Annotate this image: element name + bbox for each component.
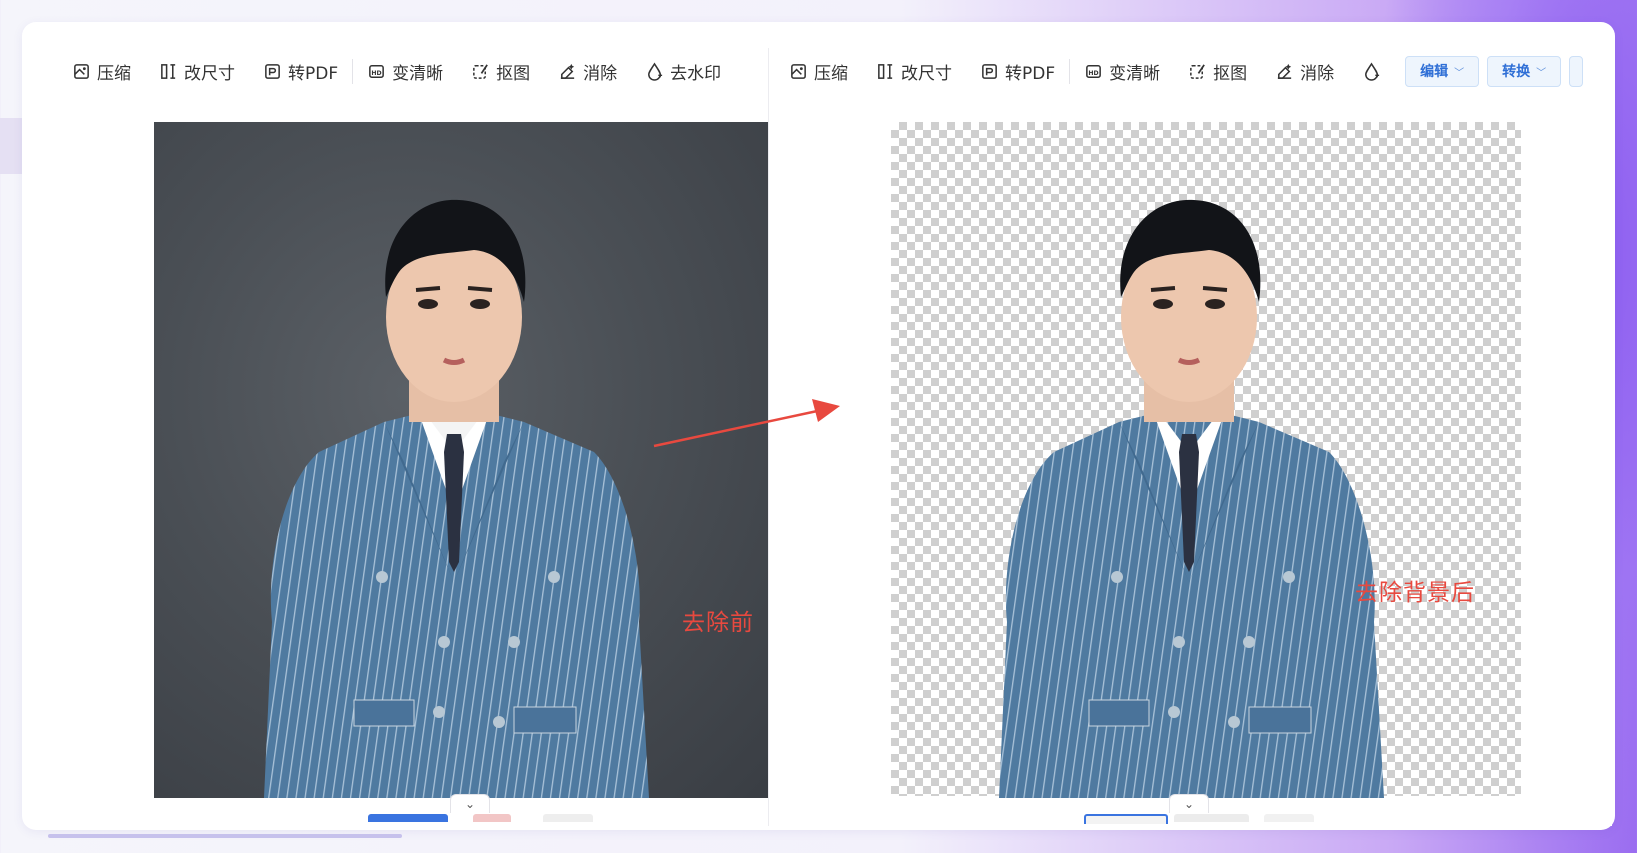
convert-dropdown-label: 转换: [1502, 64, 1531, 80]
pdf-icon: [982, 63, 997, 79]
svg-text:HD: HD: [1088, 69, 1098, 76]
tool-watermark[interactable]: [1362, 62, 1387, 81]
thumb-tab[interactable]: [473, 814, 511, 822]
tool-label: 转PDF: [288, 63, 339, 84]
tool-erase[interactable]: 消除: [558, 59, 617, 84]
tool-enhance[interactable]: HD 变清晰: [352, 58, 444, 84]
thumb-tab-active[interactable]: [368, 814, 448, 822]
collapse-thumbnails-button[interactable]: ⌄: [1169, 794, 1209, 813]
more-dropdown[interactable]: [1569, 55, 1584, 87]
tool-label: 抠图: [496, 63, 531, 84]
tool-label: 改尺寸: [901, 63, 952, 84]
tool-cutout[interactable]: 抠图: [1188, 59, 1247, 84]
tool-label: 消除: [583, 63, 618, 84]
tool-pdf[interactable]: 转PDF: [263, 59, 338, 84]
chevron-down-icon: ⌄: [464, 797, 476, 811]
person-illustration: [264, 199, 649, 798]
watermark-icon: [1365, 62, 1380, 81]
comparison-card: 压缩 改尺寸 转PDF HD 变清晰 抠图 消除 去水印 去除前 ⌄ 压缩 改尺…: [22, 22, 1615, 830]
tool-cutout[interactable]: 抠图: [471, 59, 530, 84]
after-caption: 去除背景后: [1355, 580, 1475, 606]
after-toolbar: 压缩 改尺寸 转PDF HD 变清晰 抠图 消除 编辑 ﹀ 转换 ﹀: [769, 48, 1612, 94]
cutout-icon: [473, 63, 488, 79]
after-thumbnail-strip: ⌄: [769, 792, 1612, 826]
tool-label: 改尺寸: [184, 63, 235, 84]
tool-label: 去水印: [670, 63, 722, 84]
convert-dropdown[interactable]: 转换 ﹀: [1487, 55, 1562, 87]
chevron-down-icon: ⌄: [1183, 797, 1195, 811]
tool-enhance[interactable]: HD 变清晰: [1069, 58, 1161, 84]
cutout-icon: [1190, 63, 1205, 79]
svg-text:HD: HD: [371, 69, 381, 76]
tool-label: 转PDF: [1005, 63, 1056, 84]
compress-icon: [74, 63, 89, 79]
tool-watermark[interactable]: 去水印: [645, 59, 721, 84]
person-cutout-illustration: [999, 199, 1384, 798]
tool-resize[interactable]: 改尺寸: [876, 59, 952, 84]
hd-icon: HD: [1086, 64, 1102, 78]
before-image: [154, 122, 783, 798]
edit-dropdown-label: 编辑: [1420, 64, 1449, 80]
horizontal-scrollbar[interactable]: [48, 834, 402, 838]
edit-dropdown[interactable]: 编辑 ﹀: [1405, 55, 1480, 87]
tool-label: 变清晰: [1109, 63, 1161, 84]
thumb-tab[interactable]: [543, 814, 593, 822]
pdf-icon: [265, 63, 280, 79]
tool-label: 压缩: [814, 63, 848, 84]
before-thumbnail-strip: ⌄: [48, 792, 788, 826]
collapse-thumbnails-button[interactable]: ⌄: [450, 794, 490, 813]
thumb-tab[interactable]: [1264, 814, 1314, 822]
after-panel: 压缩 改尺寸 转PDF HD 变清晰 抠图 消除 编辑 ﹀ 转换 ﹀ 去除背景后…: [768, 48, 1612, 826]
before-caption: 去除前: [682, 610, 754, 636]
resize-icon: [161, 63, 176, 79]
tool-label: 消除: [1300, 63, 1335, 84]
resize-icon: [878, 63, 893, 79]
chevron-down-icon: ﹀: [1536, 67, 1547, 79]
tool-compress[interactable]: 压缩: [72, 59, 131, 84]
tool-label: 压缩: [97, 63, 131, 84]
eraser-icon: [1277, 63, 1292, 79]
tool-erase[interactable]: 消除: [1275, 59, 1334, 84]
tool-pdf[interactable]: 转PDF: [980, 59, 1055, 84]
thumb-tab-active[interactable]: [1084, 814, 1168, 824]
tool-compress[interactable]: 压缩: [789, 59, 848, 84]
thumb-tab[interactable]: [1174, 814, 1249, 822]
compress-icon: [791, 63, 806, 79]
watermark-icon: [648, 62, 663, 81]
before-panel: 压缩 改尺寸 转PDF HD 变清晰 抠图 消除 去水印 去除前 ⌄: [48, 48, 788, 826]
tool-resize[interactable]: 改尺寸: [159, 59, 235, 84]
eraser-icon: [560, 63, 575, 79]
tool-label: 变清晰: [392, 63, 444, 84]
tool-label: 抠图: [1213, 63, 1248, 84]
hd-icon: HD: [369, 64, 385, 78]
before-toolbar: 压缩 改尺寸 转PDF HD 变清晰 抠图 消除 去水印: [48, 48, 788, 94]
after-image: [891, 122, 1521, 798]
chevron-down-icon: ﹀: [1454, 67, 1465, 79]
